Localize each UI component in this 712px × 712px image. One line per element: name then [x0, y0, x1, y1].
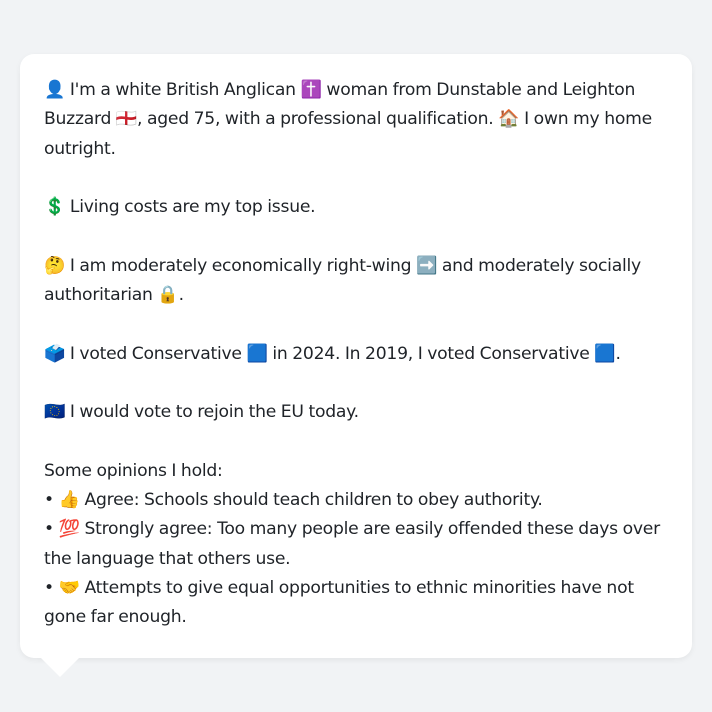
bubble-tail: [40, 657, 80, 677]
opinion-item: • 👍 Agree: Schools should teach children…: [44, 490, 543, 511]
eu-text: 🇪🇺 I would vote to rejoin the EU today.: [44, 402, 359, 423]
top-issue-text: 💲 Living costs are my top issue.: [44, 197, 316, 218]
opinion-item: • 🤝 Attempts to give equal opportunities…: [44, 578, 634, 628]
ideology-text: 🤔 I am moderately economically right-win…: [44, 255, 641, 306]
voting-text: 🗳️ I voted Conservative 🟦 in 2024. In 20…: [44, 343, 621, 364]
message-bubble: 👤 I'm a white British Anglican ✝️ woman …: [20, 54, 692, 658]
opinions-header: Some opinions I hold:: [44, 460, 223, 481]
opinion-item: • 💯 Strongly agree: Too many people are …: [44, 519, 660, 569]
message-content: 👤 I'm a white British Anglican ✝️ woman …: [44, 76, 668, 633]
identity-text: 👤 I'm a white British Anglican ✝️ woman …: [44, 80, 652, 159]
